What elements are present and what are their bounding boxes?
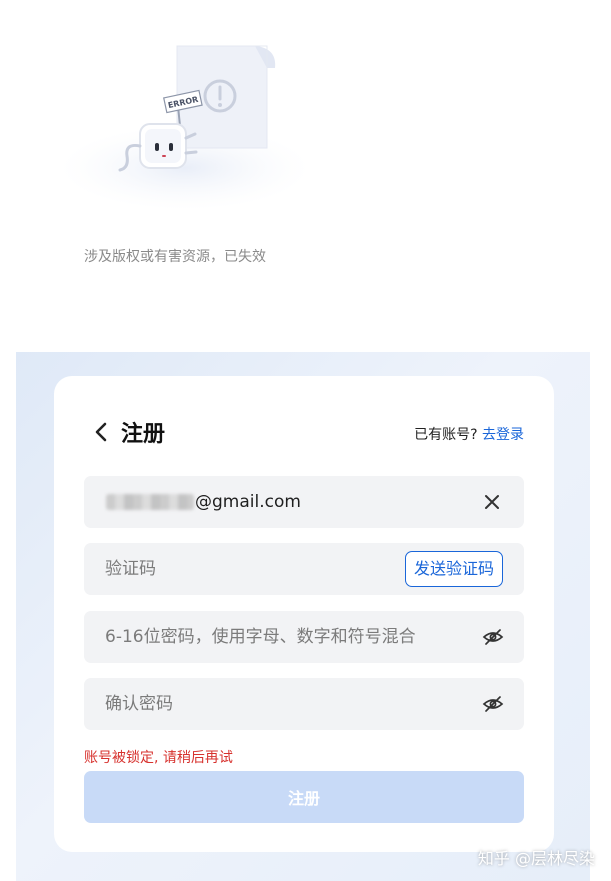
error-message: 涉及版权或有害资源，已失效	[84, 249, 266, 265]
login-prompt: 已有账号?	[414, 427, 478, 443]
error-illustration: ERROR	[60, 45, 310, 210]
email-value: @gmail.com	[195, 492, 301, 512]
email-redacted-part	[106, 494, 194, 510]
clear-icon[interactable]	[482, 492, 502, 512]
password-placeholder: 6-16位密码，使用字母、数字和符号混合	[105, 627, 416, 647]
eye-closed-icon[interactable]	[482, 627, 504, 647]
back-button[interactable]	[90, 419, 112, 445]
email-field[interactable]: @gmail.com	[84, 476, 524, 528]
register-submit-button[interactable]: 注册	[84, 771, 524, 823]
watermark: 知乎 @层林尽染	[477, 849, 595, 868]
error-section: ERROR 涉及版权或有害资源，已失效	[0, 0, 611, 300]
send-code-button[interactable]: 发送验证码	[404, 551, 503, 587]
verification-code-field[interactable]: 验证码 发送验证码	[84, 543, 524, 595]
password-field[interactable]: 6-16位密码，使用字母、数字和符号混合	[84, 611, 524, 663]
eye-closed-icon[interactable]	[482, 694, 504, 714]
login-hint: 已有账号? 去登录	[414, 424, 524, 444]
confirm-password-field[interactable]: 确认密码	[84, 678, 524, 730]
account-locked-error: 账号被锁定, 请稍后再试	[84, 750, 233, 766]
confirm-password-placeholder: 确认密码	[105, 694, 173, 714]
page-title: 注册	[121, 422, 166, 447]
login-link[interactable]: 去登录	[482, 427, 524, 443]
back-chevron-icon	[95, 422, 107, 442]
verification-code-placeholder: 验证码	[105, 559, 156, 579]
